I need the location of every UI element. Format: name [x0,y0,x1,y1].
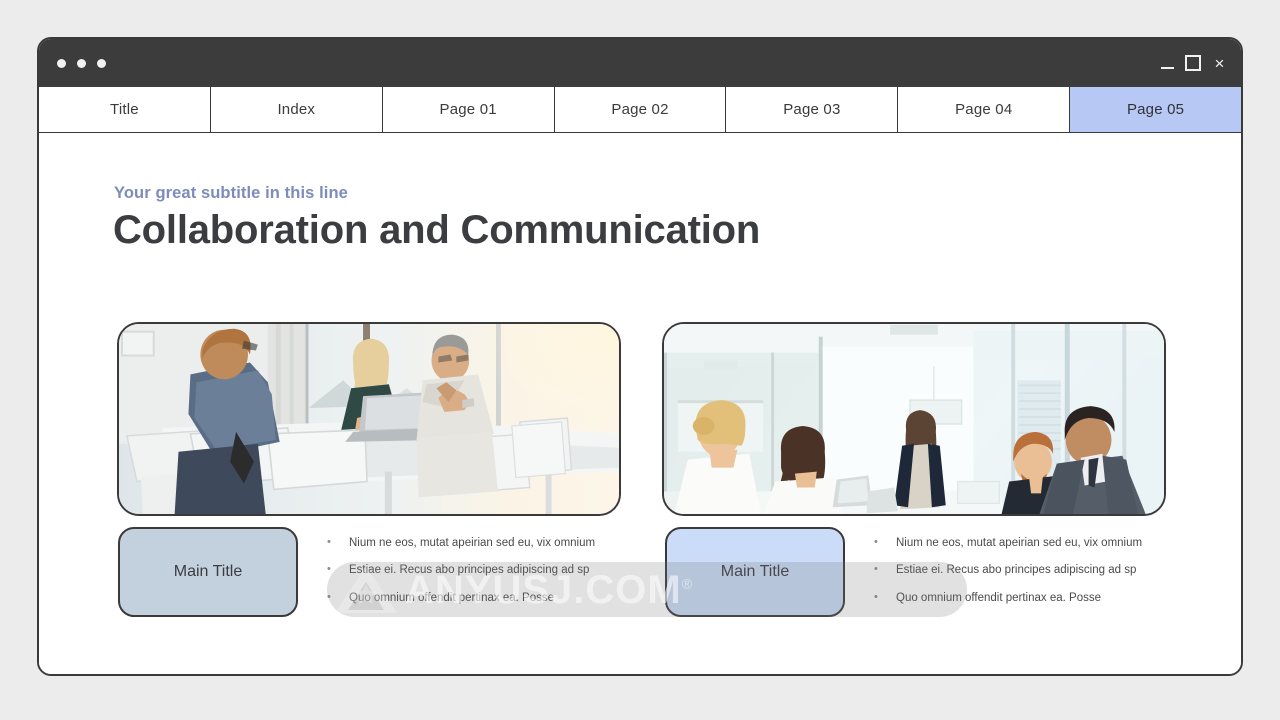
bullet-icon: • [327,590,331,603]
main-title-label: Main Title [720,563,790,580]
window-titlebar: × [39,39,1241,87]
tab-index[interactable]: Index [210,87,383,132]
tab-page-04[interactable]: Page 04 [898,87,1071,132]
tab-label: Page 04 [955,101,1013,118]
tab-page-01[interactable]: Page 01 [382,87,555,132]
maximize-icon[interactable] [1185,55,1201,71]
tab-label: Page 01 [439,101,497,118]
main-title-box-left[interactable]: Main Title [118,527,298,617]
bullet-icon: • [327,563,331,576]
tab-label: Page 05 [1126,101,1185,118]
bullet-icon: • [874,563,878,576]
bullet-icon: • [874,590,878,603]
bullet-text: Nium ne eos, mutat apeirian sed eu, vix … [896,537,1143,549]
bullet-icon: • [874,536,878,548]
dot-icon [97,58,106,68]
tab-page-03[interactable]: Page 03 [726,87,899,132]
meeting-room-photo [117,322,621,516]
slide-canvas: Your great subtitle in this line Collabo… [39,133,1241,674]
dot-icon [77,58,86,68]
bullet-list-right: • Nium ne eos, mutat apeirian sed eu, vi… [874,536,1154,618]
bullet-text: Estiae ei. Recus abo principes adipiscin… [349,564,590,577]
bullet-text: Quo omnium offendit pertinax ea. Posse [349,591,554,604]
minimize-icon[interactable] [1161,58,1174,69]
screen: × Title Index Page 01 Page 02 Page 03 Pa… [0,0,1280,720]
list-item: • Quo omnium offendit pertinax ea. Posse [874,591,1154,605]
bullet-icon: • [327,536,331,548]
bullet-text: Estiae ei. Recus abo principes adipiscin… [896,564,1137,577]
main-title-box-right[interactable]: Main Title [665,527,845,617]
tab-page-05[interactable]: Page 05 [1070,87,1241,132]
page-tabbar: Title Index Page 01 Page 02 Page 03 Page… [39,87,1241,133]
tab-page-02[interactable]: Page 02 [554,87,727,132]
list-item: • Nium ne eos, mutat apeirian sed eu, vi… [874,536,1154,550]
tab-label: Page 02 [611,101,669,118]
presentation-window: × Title Index Page 01 Page 02 Page 03 Pa… [37,37,1243,676]
list-item: • Estiae ei. Recus abo principes adipisc… [327,563,607,577]
dot-icon [57,58,66,68]
bullet-text: Quo omnium offendit pertinax ea. Posse [896,591,1101,604]
bullet-text: Nium ne eos, mutat apeirian sed eu, vix … [349,537,596,549]
tab-label: Index [277,101,316,118]
main-title-label: Main Title [173,563,243,580]
office-discussion-photo [662,322,1166,516]
window-dots [57,58,106,68]
slide-title: Collaboration and Communication [113,208,761,252]
slide-subtitle: Your great subtitle in this line [114,184,348,202]
tab-title[interactable]: Title [39,87,211,132]
list-item: • Quo omnium offendit pertinax ea. Posse [327,591,607,605]
bullet-list-left: • Nium ne eos, mutat apeirian sed eu, vi… [327,536,607,618]
tab-label: Title [110,101,139,118]
tab-label: Page 03 [783,101,841,118]
window-controls: × [1161,55,1227,72]
close-icon[interactable]: × [1212,55,1227,72]
list-item: • Estiae ei. Recus abo principes adipisc… [874,563,1154,577]
list-item: • Nium ne eos, mutat apeirian sed eu, vi… [327,536,607,550]
